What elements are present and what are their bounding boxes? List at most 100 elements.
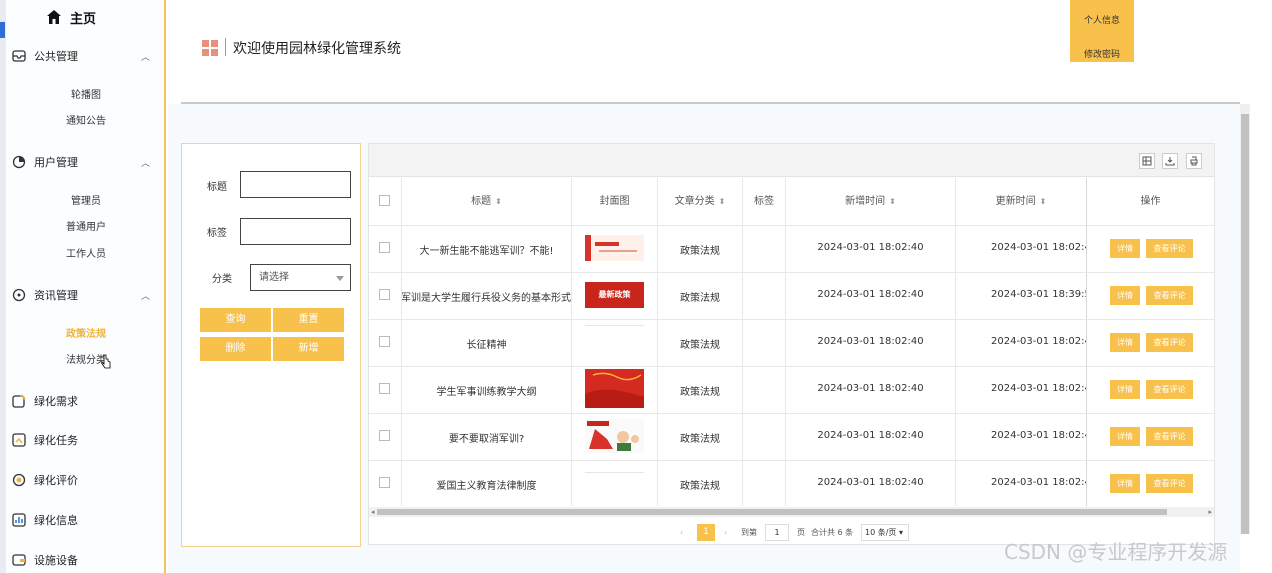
row-checkbox[interactable] <box>379 289 390 300</box>
sidebar-group-public[interactable]: 公共管理 ︿ <box>12 46 160 66</box>
row-divider <box>369 319 1214 320</box>
row-checkbox[interactable] <box>379 242 390 253</box>
category-select-value: 请选择 <box>259 272 289 283</box>
app-root: 主页 公共管理 ︿ 轮播图 通知公告 用户管理 ︿ 管理员 普通用户 工作人员 … <box>0 0 1272 573</box>
view-comments-button[interactable]: 查看评论 <box>1146 239 1193 258</box>
next-page-icon[interactable]: › <box>724 525 727 541</box>
row-updated-time: 2024-03-01 18:02:40 <box>991 477 1086 488</box>
row-created-time: 2024-03-01 18:02:40 <box>817 289 924 300</box>
detail-button[interactable]: 详情 <box>1110 286 1140 305</box>
cover-thumbnail[interactable] <box>585 369 644 408</box>
profile-link[interactable]: 个人信息 <box>1070 13 1134 26</box>
sidebar-item-policy[interactable]: 政策法规 <box>6 325 164 340</box>
sidebar-item-green-review[interactable]: 绿化评价 <box>12 470 160 490</box>
row-divider <box>369 413 1214 414</box>
sidebar-item-green-task[interactable]: 绿化任务 <box>12 430 160 450</box>
compass-icon <box>12 288 26 302</box>
cover-thumbnail[interactable] <box>585 235 644 261</box>
change-password-link[interactable]: 修改密码 <box>1070 47 1134 60</box>
table-toolbar <box>369 144 1214 177</box>
page-size-select[interactable]: 10 条/页 ▾ <box>861 524 909 541</box>
row-divider <box>369 272 1214 273</box>
sidebar-item-carousel[interactable]: 轮播图 <box>6 86 164 101</box>
sidebar-item-staff[interactable]: 工作人员 <box>6 245 164 260</box>
sidebar-item-green-info[interactable]: 绿化信息 <box>12 510 160 530</box>
category-select[interactable]: 请选择 <box>250 264 351 291</box>
sidebar-home[interactable]: 主页 <box>46 6 96 28</box>
column-header-category[interactable]: 文章分类 ⬍ <box>658 178 742 225</box>
category-label: 分类 <box>212 274 232 285</box>
sidebar-group-users[interactable]: 用户管理 ︿ <box>12 152 160 172</box>
sidebar-group-label: 公共管理 <box>34 50 78 63</box>
row-checkbox[interactable] <box>379 430 390 441</box>
chevron-up-icon: ︿ <box>140 159 150 169</box>
sidebar-item-label: 绿化任务 <box>34 434 78 447</box>
sort-icon: ⬍ <box>495 197 502 206</box>
sidebar-item-facility[interactable]: 设施设备 <box>12 550 160 570</box>
sidebar-item-normal-user[interactable]: 普通用户 <box>6 218 164 233</box>
detail-button[interactable]: 详情 <box>1110 239 1140 258</box>
view-comments-button[interactable]: 查看评论 <box>1146 427 1193 446</box>
sort-icon: ⬍ <box>1039 197 1047 206</box>
row-category: 政策法规 <box>680 481 720 492</box>
detail-button[interactable]: 详情 <box>1110 380 1140 399</box>
cover-thumbnail[interactable]: 最新政策 <box>585 282 644 308</box>
sort-icon: ⬍ <box>889 197 896 206</box>
chevron-down-icon <box>336 276 344 281</box>
goto-label: 到第 <box>741 528 757 537</box>
export-icon[interactable] <box>1162 153 1178 169</box>
chevron-down-icon: ▾ <box>898 528 903 537</box>
view-comments-button[interactable]: 查看评论 <box>1146 380 1193 399</box>
tag-label: 标签 <box>207 228 227 239</box>
row-checkbox[interactable] <box>379 383 390 394</box>
goto-page-input[interactable]: 1 <box>765 524 789 541</box>
print-icon[interactable] <box>1186 153 1202 169</box>
column-divider <box>1086 178 1087 506</box>
row-created-time: 2024-03-01 18:02:40 <box>817 430 924 441</box>
sidebar-group-news[interactable]: 资讯管理 ︿ <box>12 285 160 305</box>
title-input[interactable] <box>240 171 351 198</box>
row-updated-time: 2024-03-01 18:02:40 <box>991 336 1086 347</box>
add-button[interactable]: 新增 <box>273 337 344 361</box>
row-checkbox[interactable] <box>379 336 390 347</box>
grid-icon <box>202 40 218 56</box>
columns-icon[interactable] <box>1139 153 1155 169</box>
row-category: 政策法规 <box>680 293 720 304</box>
detail-button[interactable]: 详情 <box>1110 427 1140 446</box>
column-header-updated[interactable]: 更新时间 ⬍ <box>956 178 1086 225</box>
vertical-scrollbar[interactable] <box>1240 104 1250 534</box>
sidebar-item-label: 绿化信息 <box>34 514 78 527</box>
cover-thumbnail[interactable] <box>585 419 644 453</box>
inbox-icon <box>12 49 26 63</box>
search-panel: 标题 标签 分类 请选择 查询 重置 删除 新增 <box>181 143 361 547</box>
row-title: 长征精神 <box>466 340 507 351</box>
sidebar-item-notice[interactable]: 通知公告 <box>6 112 164 127</box>
total-count: 合计共 6 条 <box>811 528 854 537</box>
view-comments-button[interactable]: 查看评论 <box>1146 474 1193 493</box>
delete-button[interactable]: 删除 <box>200 337 271 361</box>
header-separator <box>225 38 226 56</box>
tag-input[interactable] <box>240 218 351 245</box>
scroll-left-icon: ◂ <box>371 508 375 516</box>
detail-button[interactable]: 详情 <box>1110 333 1140 352</box>
page-number-current[interactable]: 1 <box>697 524 715 541</box>
row-category: 政策法规 <box>680 387 720 398</box>
cover-thumbnail[interactable] <box>585 325 644 327</box>
view-comments-button[interactable]: 查看评论 <box>1146 286 1193 305</box>
sidebar-item-policy-category[interactable]: 法规分类 <box>6 351 164 366</box>
sidebar-item-admin[interactable]: 管理员 <box>6 192 164 207</box>
row-category: 政策法规 <box>680 434 720 445</box>
query-button[interactable]: 查询 <box>200 308 271 332</box>
column-header-created[interactable]: 新增时间 ⬍ <box>786 178 955 225</box>
view-comments-button[interactable]: 查看评论 <box>1146 333 1193 352</box>
page-label: 页 <box>797 528 805 537</box>
select-all-checkbox[interactable] <box>379 195 390 206</box>
column-header-title[interactable]: 标题 ⬍ <box>402 178 571 225</box>
prev-page-icon[interactable]: ‹ <box>680 525 683 541</box>
row-checkbox[interactable] <box>379 477 390 488</box>
sidebar-item-green-demand[interactable]: 绿化需求 <box>12 391 160 411</box>
detail-button[interactable]: 详情 <box>1110 474 1140 493</box>
cover-thumbnail[interactable] <box>585 472 644 474</box>
horizontal-scrollbar[interactable]: ◂ ▸ <box>369 507 1214 517</box>
reset-button[interactable]: 重置 <box>273 308 344 332</box>
